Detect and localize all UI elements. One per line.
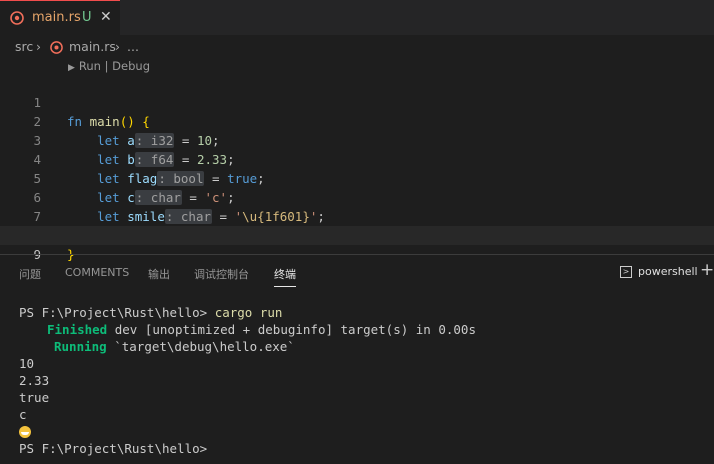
tab-main-rs[interactable]: main.rs U ✕ (0, 0, 120, 35)
codelens-separator: | (104, 59, 109, 73)
editor-tab-bar: main.rs U ✕ (0, 0, 714, 35)
tab-problems[interactable]: 问题 (19, 266, 41, 282)
breadcrumb-folder[interactable]: src (15, 39, 33, 54)
terminal-icon[interactable]: > (620, 266, 632, 278)
breadcrumb-more[interactable]: ... (127, 39, 139, 54)
code-line: 3 let b: f64 = 2.33; (0, 112, 714, 167)
breadcrumb-separator: › (115, 39, 120, 54)
tab-terminal[interactable]: 终端 (274, 266, 296, 287)
terminal-line (19, 423, 31, 440)
code-line: 2 let a: i32 = 10; (0, 93, 714, 148)
rust-file-icon (10, 11, 24, 25)
current-code-line: 9 (0, 226, 714, 262)
terminal-line: PS F:\Project\Rust\hello> cargo run (19, 305, 283, 320)
code-line: 7 println!("{}\n{}\n{}\n{}\n{}", a, b, f… (0, 188, 714, 243)
panel-tab-bar: 问题 COMMENTS 输出 调试控制台 终端 > powershell + (0, 255, 714, 290)
terminal-line: PS F:\Project\Rust\hello> (19, 441, 208, 456)
terminal-line: true (19, 390, 50, 405)
close-icon[interactable]: ✕ (100, 9, 112, 25)
code-line: 5 let c: char = 'c'; (0, 150, 714, 205)
terminal-line: Running `target\debug\hello.exe` (54, 339, 295, 354)
rust-file-icon (50, 41, 63, 54)
grinning-emoji-icon (19, 426, 31, 438)
untracked-badge: U (82, 10, 92, 25)
breadcrumb-separator: › (36, 39, 41, 54)
terminal-line: Finished dev [unoptimized + debuginfo] t… (47, 322, 476, 337)
codelens: ▶ Run | Debug (68, 59, 150, 73)
terminal-line: c (19, 407, 27, 422)
code-line: 4 let flag: bool = true; (0, 131, 714, 186)
debug-link[interactable]: Debug (112, 59, 150, 73)
breadcrumb-file[interactable]: main.rs (69, 39, 116, 54)
tab-debug-console[interactable]: 调试控制台 (194, 266, 249, 282)
run-link[interactable]: Run (79, 59, 101, 73)
tab-comments[interactable]: COMMENTS (65, 266, 129, 279)
tab-output[interactable]: 输出 (148, 266, 170, 282)
terminal-line: 10 (19, 356, 35, 371)
code-line: 8 } (0, 207, 714, 262)
code-line: 6 let smile: char = '\u{1f601}'; (0, 169, 714, 224)
play-icon: ▶ (68, 63, 75, 73)
terminal-name[interactable]: powershell (638, 265, 698, 278)
terminal-line: 2.33 (19, 373, 50, 388)
terminal-command: cargo run (214, 305, 283, 320)
code-editor[interactable]: 1 fn main() { 2 let a: i32 = 10; 3 let b… (0, 74, 714, 262)
breadcrumb: src › main.rs › ... (0, 36, 714, 58)
tab-file-name: main.rs (32, 10, 81, 25)
code-line: 1 fn main() { (0, 74, 714, 129)
add-icon[interactable]: + (700, 260, 714, 280)
